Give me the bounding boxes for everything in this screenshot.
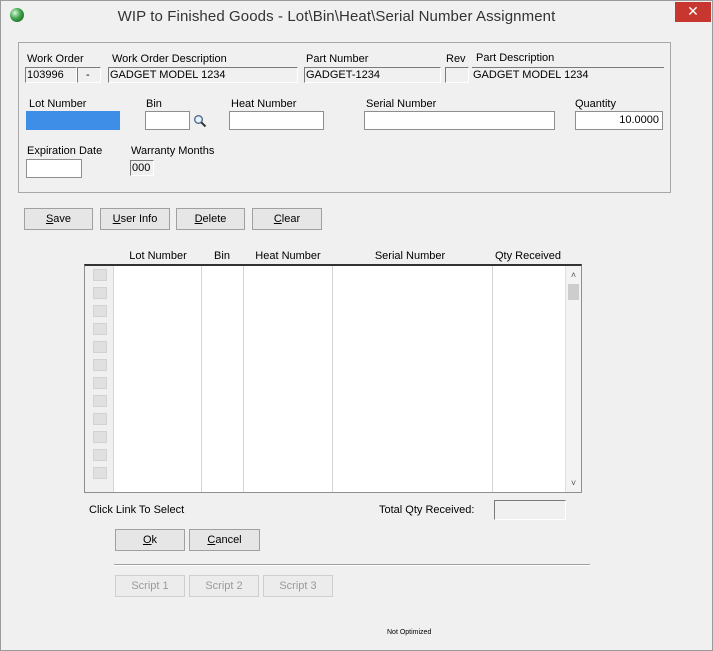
column-header-lot-number[interactable]: Lot Number [129,250,186,262]
expiration-date-label: Expiration Date [27,145,103,157]
work-order-label: Work Order [27,53,84,65]
user-info-button-label: ser Info [120,213,158,225]
delete-button-label: elete [202,213,227,225]
column-header-heat-number[interactable]: Heat Number [255,250,320,262]
ok-button-label: k [151,534,158,546]
serial-number-label: Serial Number [366,98,437,110]
column-divider [332,266,333,492]
column-divider [201,266,202,492]
close-button[interactable]: ✕ [675,2,711,22]
expiration-date-input[interactable] [26,159,82,178]
grid-vertical-scrollbar[interactable]: ˄ ˅ [565,266,581,492]
row-selector[interactable] [93,269,107,281]
serial-number-input[interactable] [364,111,555,130]
lot-number-input[interactable] [26,111,120,130]
grid-header: Lot Number Bin Heat Number Serial Number… [84,247,582,265]
row-selector[interactable] [93,287,107,299]
column-divider [243,266,244,492]
row-selector[interactable] [93,341,107,353]
save-button-label: ave [53,213,72,225]
clear-button-mnemonic: C [273,213,282,225]
row-selector[interactable] [93,449,107,461]
status-text: Not Optimized [387,629,432,636]
wo-description-label: Work Order Description [112,53,227,65]
title-bar[interactable]: WIP to Finished Goods - Lot\Bin\Heat\Ser… [1,1,712,31]
column-divider [113,266,114,492]
row-selector[interactable] [93,467,107,479]
work-order-field: 103996 [25,67,77,83]
column-header-qty-received[interactable]: Qty Received [495,250,561,262]
save-button[interactable]: Save [24,208,93,230]
cancel-button[interactable]: Cancel [189,529,260,551]
part-description-field: GADGET MODEL 1234 [472,67,664,83]
warranty-months-label: Warranty Months [131,145,215,157]
clear-button-label: lear [281,213,301,225]
row-header-column [85,266,113,492]
row-selector[interactable] [93,431,107,443]
column-header-serial-number[interactable]: Serial Number [375,250,445,262]
rev-field [445,67,469,83]
ok-button[interactable]: Ok [115,529,185,551]
script-1-button[interactable]: Script 1 [115,575,185,597]
bin-lookup-search-icon[interactable] [193,114,207,128]
row-selector[interactable] [93,377,107,389]
grid-body[interactable]: ˄ ˅ [84,264,582,493]
window-title: WIP to Finished Goods - Lot\Bin\Heat\Ser… [117,8,556,25]
heat-number-input[interactable] [229,111,324,130]
dialog-window: WIP to Finished Goods - Lot\Bin\Heat\Ser… [0,0,713,651]
entry-panel: Work Order 103996 - Work Order Descripti… [18,42,671,193]
lot-number-label: Lot Number [29,98,87,110]
click-link-hint: Click Link To Select [89,504,185,516]
total-qty-label: Total Qty Received: [379,504,475,516]
delete-button-mnemonic: D [194,213,203,225]
bin-input[interactable] [145,111,190,130]
user-info-button-mnemonic: U [112,213,121,225]
work-order-suffix-field: - [77,67,101,83]
part-number-field: GADGET-1234 [304,67,441,83]
quantity-input[interactable]: 10.0000 [575,111,663,130]
delete-button[interactable]: Delete [176,208,245,230]
scroll-up-arrow-icon[interactable]: ˄ [566,268,581,282]
bin-label: Bin [146,98,162,110]
ok-button-mnemonic: O [142,534,152,546]
column-divider [492,266,493,492]
script-2-button[interactable]: Script 2 [189,575,259,597]
footer-separator [114,564,590,566]
rev-label: Rev [446,53,466,65]
user-info-button[interactable]: User Info [100,208,170,230]
quantity-label: Quantity [575,98,616,110]
clear-button[interactable]: Clear [252,208,322,230]
script-3-button[interactable]: Script 3 [263,575,333,597]
warranty-months-field[interactable]: 000 [130,160,154,176]
row-selector[interactable] [93,359,107,371]
cancel-button-label: ancel [215,534,242,546]
assignment-grid[interactable]: Lot Number Bin Heat Number Serial Number… [84,247,582,493]
row-selector[interactable] [93,413,107,425]
scroll-down-arrow-icon[interactable]: ˅ [566,476,581,490]
row-selector[interactable] [93,395,107,407]
wo-description-field: GADGET MODEL 1234 [108,67,298,83]
heat-number-label: Heat Number [231,98,297,110]
row-selector[interactable] [93,305,107,317]
row-selector[interactable] [93,323,107,335]
part-number-label: Part Number [306,53,369,65]
total-qty-field [494,500,566,520]
part-description-label: Part Description [476,52,555,64]
column-header-bin[interactable]: Bin [214,250,230,262]
scroll-thumb[interactable] [568,284,579,300]
